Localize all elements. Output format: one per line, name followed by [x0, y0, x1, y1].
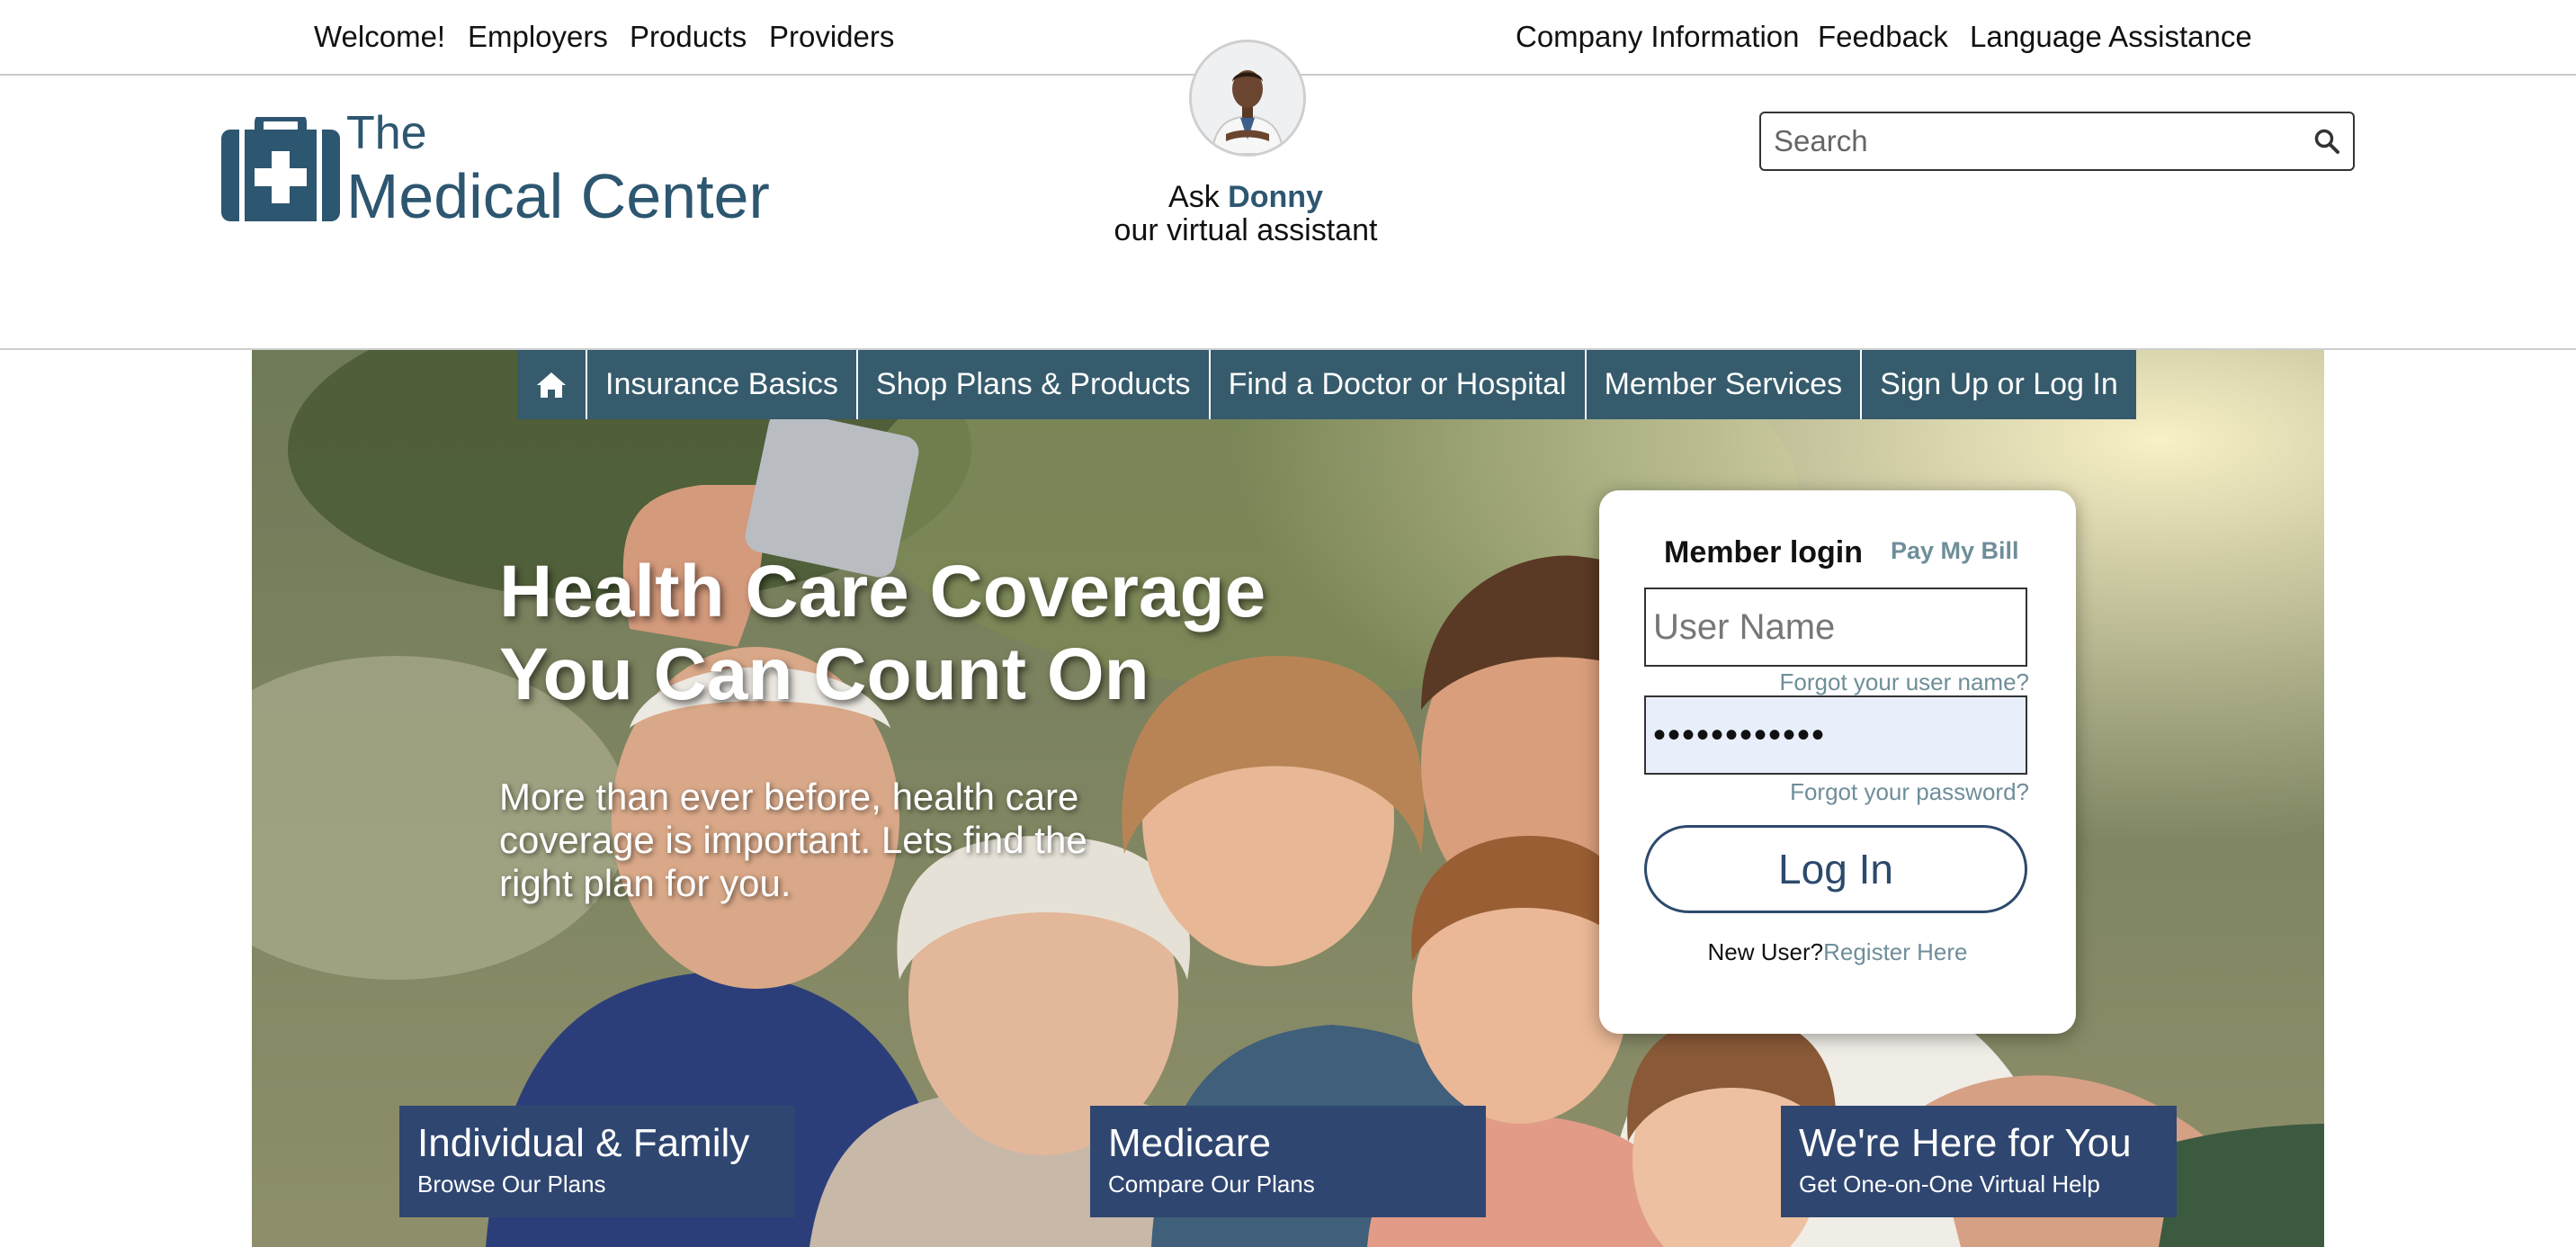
- ask-label: Ask: [1168, 180, 1220, 214]
- main-nav: Insurance Basics Shop Plans & Products F…: [517, 350, 2136, 419]
- hero-subtext: More than ever before, health care cover…: [499, 776, 1087, 904]
- password-field[interactable]: [1644, 695, 2027, 775]
- tab-member-login[interactable]: Member login: [1664, 535, 1863, 570]
- new-user-row: New User?Register Here: [1599, 938, 2076, 966]
- home-icon: [537, 372, 566, 398]
- assistant-subtitle: our virtual assistant: [1114, 213, 1378, 247]
- products-link[interactable]: Products: [630, 20, 747, 54]
- tile-title: Medicare: [1108, 1121, 1271, 1165]
- forgot-username-link[interactable]: Forgot your user name?: [1780, 668, 2029, 696]
- hero-headline: Health Care Coverage You Can Count On: [499, 551, 1266, 716]
- member-login-card: Member login Pay My Bill Forgot your use…: [1599, 490, 2076, 1034]
- assistant-name: Donny: [1228, 180, 1323, 214]
- nav-member-services[interactable]: Member Services: [1584, 350, 1861, 419]
- search-box: [1759, 112, 2355, 171]
- nav-sign-up-log-in[interactable]: Sign Up or Log In: [1860, 350, 2136, 419]
- search-icon[interactable]: [2313, 128, 2340, 155]
- tile-individual-family[interactable]: Individual & Family Browse Our Plans: [399, 1106, 795, 1217]
- tile-subtitle: Get One-on-One Virtual Help: [1799, 1171, 2100, 1198]
- company-information-link[interactable]: Company Information: [1516, 20, 1799, 54]
- medical-kit-icon: [221, 117, 340, 221]
- tab-pay-my-bill[interactable]: Pay My Bill: [1891, 537, 2019, 565]
- feedback-link[interactable]: Feedback: [1818, 20, 1948, 54]
- log-in-button[interactable]: Log In: [1644, 825, 2027, 913]
- hero-headline-line1: Health Care Coverage: [499, 551, 1266, 632]
- nav-shop-plans[interactable]: Shop Plans & Products: [855, 350, 1209, 419]
- welcome-link[interactable]: Welcome!: [314, 20, 445, 54]
- register-link[interactable]: Register Here: [1823, 938, 1967, 965]
- username-field[interactable]: [1644, 588, 2027, 667]
- nav-home[interactable]: [517, 350, 586, 419]
- language-assistance-link[interactable]: Language Assistance: [1970, 20, 2252, 54]
- tile-subtitle: Compare Our Plans: [1108, 1171, 1315, 1198]
- tile-title: Individual & Family: [417, 1121, 750, 1165]
- nav-find-doctor[interactable]: Find a Doctor or Hospital: [1208, 350, 1585, 419]
- forgot-password-link[interactable]: Forgot your password?: [1790, 778, 2029, 806]
- assistant-prompt[interactable]: Ask Donny: [1079, 180, 1412, 215]
- employers-link[interactable]: Employers: [468, 20, 608, 54]
- providers-link[interactable]: Providers: [769, 20, 894, 54]
- assistant-avatar[interactable]: [1189, 40, 1306, 157]
- new-user-label: New User?: [1707, 938, 1824, 965]
- tile-medicare[interactable]: Medicare Compare Our Plans: [1090, 1106, 1486, 1217]
- doctor-avatar-icon: [1192, 42, 1303, 154]
- tile-title: We're Here for You: [1799, 1121, 2132, 1165]
- tile-subtitle: Browse Our Plans: [417, 1171, 606, 1198]
- logo-text-the: The: [346, 107, 427, 159]
- nav-insurance-basics[interactable]: Insurance Basics: [586, 350, 856, 419]
- logo-text-name: Medical Center: [346, 161, 770, 231]
- search-input[interactable]: [1772, 121, 2279, 162]
- hero-headline-line2: You Can Count On: [499, 633, 1149, 715]
- tile-here-for-you[interactable]: We're Here for You Get One-on-One Virtua…: [1781, 1106, 2177, 1217]
